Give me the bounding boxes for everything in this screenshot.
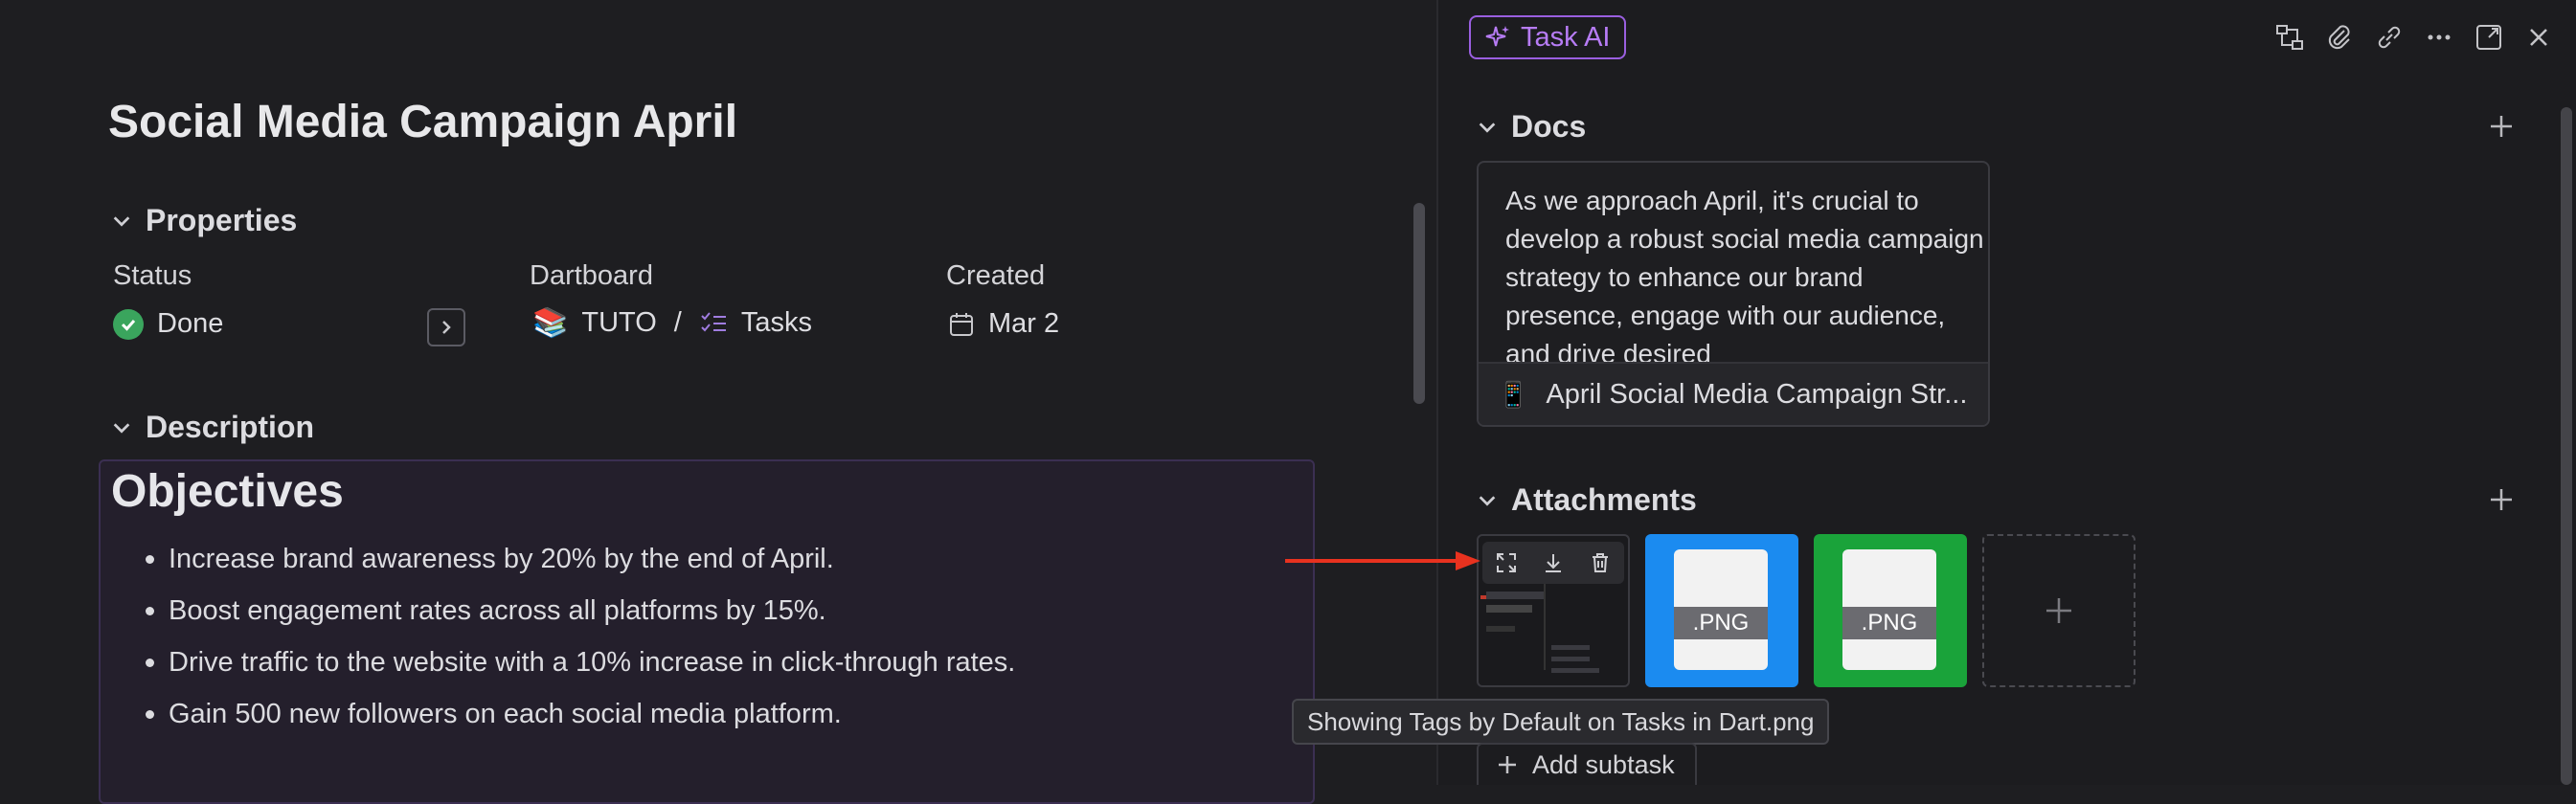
trash-icon[interactable] [1589, 551, 1612, 574]
doc-title-bar[interactable]: 📱 April Social Media Campaign Str... [1479, 362, 1988, 425]
chevron-down-icon [113, 422, 130, 434]
attachment-thumbnail-image[interactable] [1477, 534, 1630, 687]
calendar-icon [950, 312, 973, 336]
dartboard-value[interactable]: 📚 TUTO / Tasks [532, 306, 812, 340]
list-item: Gain 500 new followers on each social me… [145, 691, 1015, 743]
annotation-arrow-icon [1285, 551, 1480, 570]
paperclip-icon[interactable] [2325, 23, 2354, 52]
attachment-tooltip: Showing Tags by Default on Tasks in Dart… [1292, 699, 1830, 745]
properties-section-toggle[interactable]: Properties [111, 203, 297, 238]
task-ai-button[interactable]: Task AI [1469, 15, 1626, 59]
books-icon: 📚 [532, 307, 569, 339]
docs-heading: Docs [1511, 109, 1587, 144]
sparkle-icon [1485, 26, 1509, 47]
more-options-icon[interactable] [2425, 23, 2453, 52]
task-title[interactable]: Social Media Campaign April [108, 96, 737, 148]
close-icon[interactable] [2524, 23, 2553, 52]
task-detail-pane: Social Media Campaign April Properties S… [0, 0, 1436, 804]
list-item: Increase brand awareness by 20% by the e… [145, 536, 1015, 588]
maximize-icon[interactable] [1495, 551, 1518, 574]
open-status-button[interactable] [427, 308, 465, 346]
plus-icon [1499, 756, 1516, 773]
plus-icon [2046, 598, 2071, 623]
created-label: Created [946, 260, 1046, 291]
panel-scrollbar-thumb[interactable] [2561, 107, 2572, 785]
add-attachment-tile[interactable] [1982, 534, 2135, 687]
add-subtask-label: Add subtask [1532, 749, 1675, 779]
status-label: Status [113, 260, 192, 291]
add-subtask-button[interactable]: Add subtask [1477, 743, 1697, 785]
chevron-down-icon [113, 215, 130, 227]
attachment-png-green[interactable]: .PNG [1814, 534, 1967, 687]
scrollbar-thumb[interactable] [1413, 203, 1425, 404]
list-item: Drive traffic to the website with a 10% … [145, 639, 1015, 691]
add-doc-icon[interactable] [2488, 113, 2515, 140]
attachment-action-bar [1482, 542, 1624, 584]
status-value[interactable]: Done [113, 308, 223, 340]
phone-icon: 📱 [1498, 379, 1529, 409]
file-type-label: .PNG [1842, 607, 1936, 639]
dartboard-label: Dartboard [530, 260, 653, 291]
attachments-section-toggle[interactable]: Attachments [1477, 482, 1697, 518]
doc-card[interactable]: As we approach April, it's crucial to de… [1477, 161, 1990, 427]
hierarchy-icon[interactable] [2275, 23, 2304, 52]
status-text: Done [157, 308, 224, 339]
link-icon[interactable] [2375, 23, 2404, 52]
file-icon: .PNG [1842, 549, 1936, 670]
description-heading: Description [146, 410, 315, 444]
check-circle-icon [113, 308, 144, 340]
dartboard-list: Tasks [740, 307, 812, 338]
expand-icon[interactable] [2474, 23, 2503, 52]
attachments-heading: Attachments [1511, 482, 1697, 517]
file-type-label: .PNG [1674, 607, 1768, 639]
dartboard-name: TUTO [581, 307, 657, 338]
objectives-heading: Objectives [111, 466, 344, 517]
add-attachment-icon[interactable] [2488, 486, 2515, 513]
docs-section-toggle[interactable]: Docs [1477, 109, 1586, 145]
chevron-down-icon [1479, 495, 1496, 506]
list-item: Boost engagement rates across all platfo… [145, 588, 1015, 639]
properties-heading: Properties [146, 203, 298, 237]
description-section-toggle[interactable]: Description [111, 410, 314, 445]
doc-title: April Social Media Campaign Str... [1546, 378, 1968, 410]
task-ai-label: Task AI [1521, 21, 1611, 53]
dartboard-separator: / [673, 307, 682, 338]
created-date: Mar 2 [988, 308, 1060, 339]
chevron-right-icon [442, 321, 451, 334]
objectives-list: Increase brand awareness by 20% by the e… [145, 536, 1015, 743]
checklist-icon [701, 311, 726, 331]
created-value[interactable]: Mar 2 [948, 308, 1059, 340]
download-icon[interactable] [1542, 551, 1565, 574]
chevron-down-icon [1479, 122, 1496, 133]
doc-preview-text: As we approach April, it's crucial to de… [1505, 186, 1984, 368]
file-icon: .PNG [1674, 549, 1768, 670]
attachment-png-blue[interactable]: .PNG [1645, 534, 1798, 687]
